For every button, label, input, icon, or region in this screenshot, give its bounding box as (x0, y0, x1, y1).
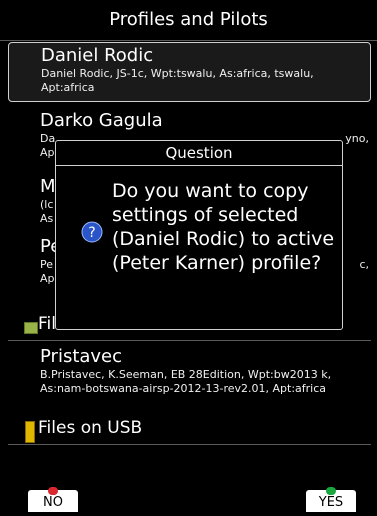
profile-item-daniel-rodic[interactable]: Daniel Rodic Daniel Rodic, JS-1c, Wpt:ts… (8, 42, 371, 102)
no-button[interactable]: NO (28, 487, 78, 512)
profile-details: Daniel Rodic, JS-1c, Wpt:tswalu, As:afri… (41, 67, 314, 94)
yes-button[interactable]: YES (306, 487, 356, 512)
file-details: B.Pristavec, K.Seeman, EB 28Edition, Wpt… (40, 368, 332, 395)
section-label: Files on USB (38, 418, 143, 438)
no-button-label: NO (43, 495, 63, 510)
sd-file-item-pristavec[interactable]: Pristavec B.Pristavec, K.Seeman, EB 28Ed… (8, 346, 371, 406)
profile-details-left: Pe (40, 258, 54, 271)
cancel-icon (48, 487, 58, 495)
section-files-on-usb: Files on USB (8, 416, 371, 445)
question-dialog: Question ? Do you want to copy settings … (55, 140, 343, 330)
svg-text:?: ? (88, 225, 95, 241)
dialog-title: Question (56, 141, 342, 166)
profile-details-right: c, (359, 258, 369, 271)
dialog-message: Do you want to copy settings of selected… (112, 180, 335, 274)
check-icon (326, 487, 336, 495)
profile-name: Darko Gagula (40, 110, 163, 131)
question-icon: ? (81, 221, 103, 243)
usb-icon (25, 421, 35, 443)
file-name: Pristavec (40, 346, 123, 367)
profile-name: Daniel Rodic (41, 45, 154, 66)
profile-details-left: Da (40, 132, 56, 145)
profile-details-right: yno, (345, 132, 369, 145)
yes-button-label: YES (318, 495, 344, 510)
sd-card-icon (24, 322, 38, 334)
page-title: Profiles and Pilots (0, 0, 377, 41)
